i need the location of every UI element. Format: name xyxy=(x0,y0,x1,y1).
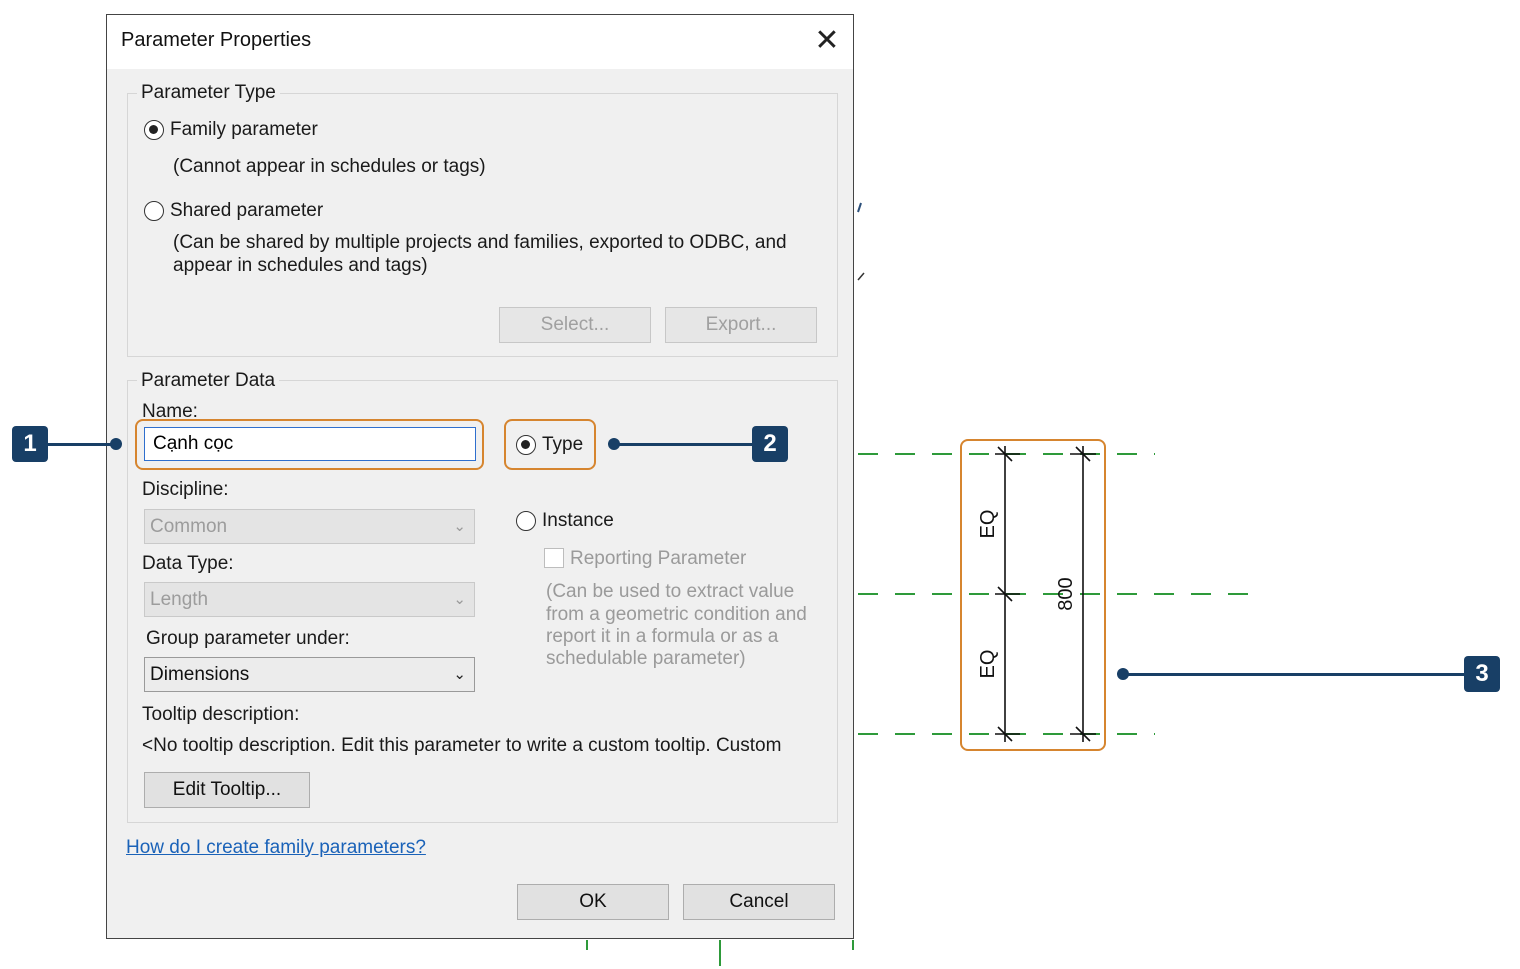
tooltip-text: <No tooltip description. Edit this param… xyxy=(142,735,782,756)
callout-2-highlight xyxy=(504,419,596,470)
reporting-note-line-2: from a geometric condition and xyxy=(546,604,807,625)
family-parameter-radio[interactable] xyxy=(144,120,164,140)
reporting-note-line-4: schedulable parameter) xyxy=(546,648,746,669)
shared-parameter-label: Shared parameter xyxy=(170,200,324,221)
help-link[interactable]: How do I create family parameters? xyxy=(126,837,426,859)
callout-dot-2 xyxy=(608,438,620,450)
discipline-label: Discipline: xyxy=(142,479,229,500)
edit-tooltip-button[interactable]: Edit Tooltip... xyxy=(144,772,310,808)
callout-3-highlight xyxy=(960,439,1106,751)
family-parameter-label: Family parameter xyxy=(170,119,318,140)
group-parameter-value: Dimensions xyxy=(150,664,250,685)
family-parameter-note: (Cannot appear in schedules or tags) xyxy=(173,156,486,177)
instance-radio[interactable] xyxy=(516,511,536,531)
chevron-down-icon: ⌄ xyxy=(453,518,466,535)
discipline-value: Common xyxy=(150,516,228,537)
cancel-button[interactable]: Cancel xyxy=(683,884,835,920)
chevron-down-icon: ⌄ xyxy=(453,666,466,683)
reporting-note-line-3: report it in a formula or as a xyxy=(546,626,779,647)
discipline-dropdown[interactable]: Common ⌄ xyxy=(144,509,475,544)
data-type-label: Data Type: xyxy=(142,553,234,574)
group-parameter-label: Group parameter under: xyxy=(146,628,350,649)
parameter-type-legend: Parameter Type xyxy=(137,82,280,104)
chevron-down-icon: ⌄ xyxy=(453,591,466,608)
callout-dot-1 xyxy=(110,438,122,450)
parameter-data-legend: Parameter Data xyxy=(137,370,280,392)
reporting-note-line-1: (Can be used to extract value xyxy=(546,581,795,602)
shared-parameter-radio[interactable] xyxy=(144,201,164,221)
export-button[interactable]: Export... xyxy=(665,307,817,343)
callout-dot-3 xyxy=(1117,668,1129,680)
data-type-dropdown[interactable]: Length ⌄ xyxy=(144,582,475,617)
data-type-value: Length xyxy=(150,589,209,610)
group-parameter-dropdown[interactable]: Dimensions ⌄ xyxy=(144,657,475,692)
callout-badge-2: 2 xyxy=(752,426,788,462)
reporting-parameter-checkbox[interactable] xyxy=(544,548,564,568)
callout-line-3 xyxy=(1124,673,1466,676)
callout-line-2 xyxy=(614,443,754,446)
callout-badge-3: 3 xyxy=(1464,656,1500,692)
title-bar: Parameter Properties ✕ xyxy=(107,15,853,69)
tooltip-label: Tooltip description: xyxy=(142,704,300,725)
parameter-properties-dialog: Parameter Properties ✕ Parameter Type Fa… xyxy=(106,14,854,939)
shared-parameter-note-1: (Can be shared by multiple projects and … xyxy=(173,232,787,253)
callout-badge-1: 1 xyxy=(12,426,48,462)
callout-line-1 xyxy=(48,443,116,446)
ok-button[interactable]: OK xyxy=(517,884,669,920)
dialog-title: Parameter Properties xyxy=(121,29,312,51)
reporting-parameter-label: Reporting Parameter xyxy=(570,548,747,569)
close-icon[interactable]: ✕ xyxy=(807,21,847,61)
shared-parameter-note-2: appear in schedules and tags) xyxy=(173,255,428,276)
callout-1-highlight xyxy=(135,419,484,470)
select-button[interactable]: Select... xyxy=(499,307,651,343)
instance-label: Instance xyxy=(542,510,614,531)
